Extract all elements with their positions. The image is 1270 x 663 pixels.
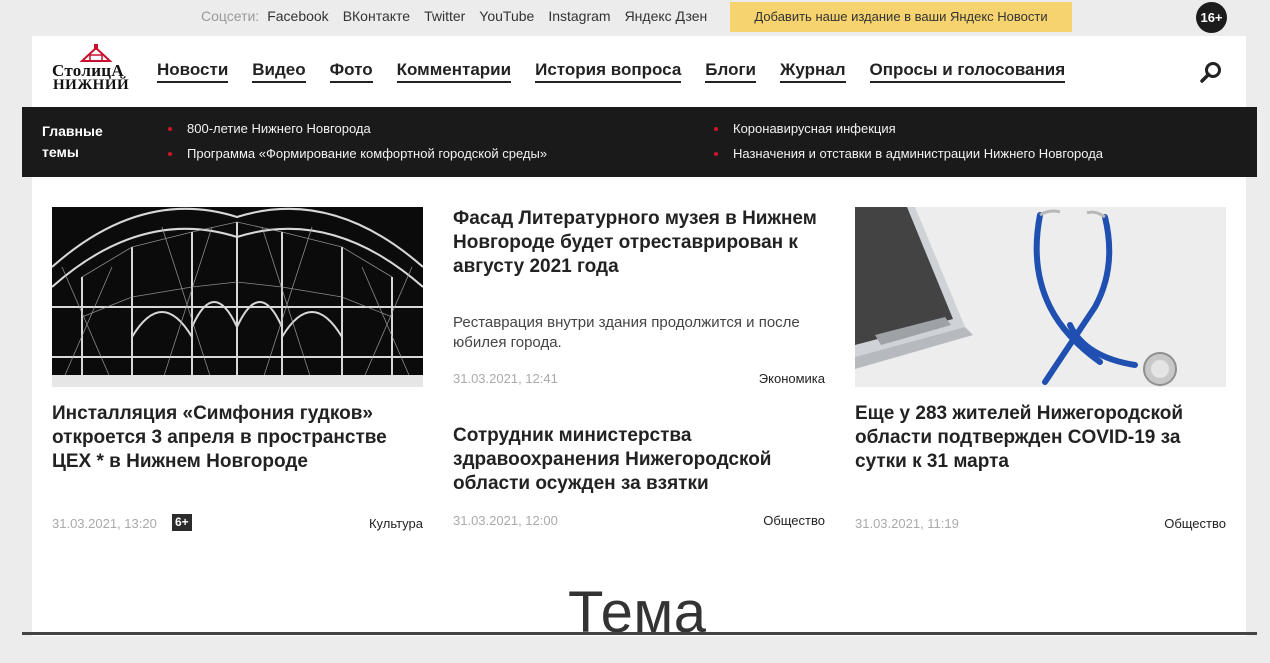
section-title: Тема: [568, 580, 707, 645]
social-link-youtube[interactable]: YouTube: [479, 8, 534, 24]
article-category[interactable]: Экономика: [705, 371, 825, 386]
social-links: Соцсети: Facebook ВКонтакте Twitter YouT…: [201, 8, 707, 24]
article-image-installation[interactable]: [52, 207, 423, 387]
nav-item-video[interactable]: Видео: [252, 60, 306, 83]
logo-roof-icon: [79, 44, 113, 62]
nav-item-journal[interactable]: Журнал: [780, 60, 846, 83]
article-date: 31.03.2021, 12:00: [453, 513, 558, 528]
logo-line-2: НИЖНИЙ: [53, 77, 130, 93]
nav-item-photo[interactable]: Фото: [329, 60, 373, 83]
main-topics-col-2: Коронавирусная инфекция Назначения и отс…: [714, 116, 1103, 166]
article-category[interactable]: Культура: [303, 516, 423, 531]
article-category[interactable]: Общество: [705, 513, 825, 528]
main-topics-title: Главные темы: [42, 123, 103, 160]
article-headline[interactable]: Еще у 283 жителей Нижегородской области …: [855, 402, 1226, 474]
add-to-yandex-news-button[interactable]: Добавить наше издание в ваши Яндекс Ново…: [730, 2, 1072, 32]
top-bar: Соцсети: Facebook ВКонтакте Twitter YouT…: [0, 0, 1270, 36]
social-link-instagram[interactable]: Instagram: [548, 8, 610, 24]
article-headline[interactable]: Фасад Литературного музея в Нижнем Новго…: [453, 207, 825, 279]
article-headline[interactable]: Инсталляция «Симфония гудков» откроется …: [52, 402, 423, 474]
main-topics-band: Главные темы 800-летие Нижнего Новгорода…: [22, 107, 1257, 177]
article-date: 31.03.2021, 13:20: [52, 516, 157, 531]
nav-item-polls[interactable]: Опросы и голосования: [869, 60, 1066, 83]
site-logo[interactable]: СтолицА НИЖНИЙ: [52, 44, 136, 96]
social-link-facebook[interactable]: Facebook: [267, 8, 328, 24]
topic-link[interactable]: Назначения и отставки в администрации Ни…: [714, 141, 1103, 166]
age-rating-badge: 6+: [172, 514, 192, 531]
article-headline[interactable]: Сотрудник министерства здравоохранения Н…: [453, 424, 825, 496]
topic-link[interactable]: Программа «Формирование комфортной город…: [168, 141, 547, 166]
nav-item-blogs[interactable]: Блоги: [705, 60, 756, 83]
main-topics-col-1: 800-летие Нижнего Новгорода Программа «Ф…: [168, 116, 547, 166]
search-icon[interactable]: [1199, 60, 1223, 84]
nav-item-news[interactable]: Новости: [157, 60, 229, 83]
article-image-stethoscope[interactable]: [855, 207, 1226, 387]
article-lead: Реставрация внутри здания продолжится и …: [453, 314, 800, 351]
nav-item-comments[interactable]: Комментарии: [396, 60, 512, 83]
social-link-yandex-dzen[interactable]: Яндекс Дзен: [625, 8, 708, 24]
article-date: 31.03.2021, 11:19: [855, 516, 959, 531]
social-link-twitter[interactable]: Twitter: [424, 8, 465, 24]
social-label: Соцсети:: [201, 8, 260, 24]
topic-link[interactable]: Коронавирусная инфекция: [714, 116, 1103, 141]
main-nav: Новости Видео Фото Комментарии История в…: [157, 60, 1089, 83]
section-divider: [22, 632, 1257, 635]
article-date: 31.03.2021, 12:41: [453, 371, 558, 386]
topic-link[interactable]: 800-летие Нижнего Новгорода: [168, 116, 547, 141]
social-link-vkontakte[interactable]: ВКонтакте: [343, 8, 410, 24]
nav-item-history[interactable]: История вопроса: [535, 60, 682, 83]
article-category[interactable]: Общество: [1106, 516, 1226, 531]
age-rating-badge: 16+: [1196, 2, 1227, 33]
